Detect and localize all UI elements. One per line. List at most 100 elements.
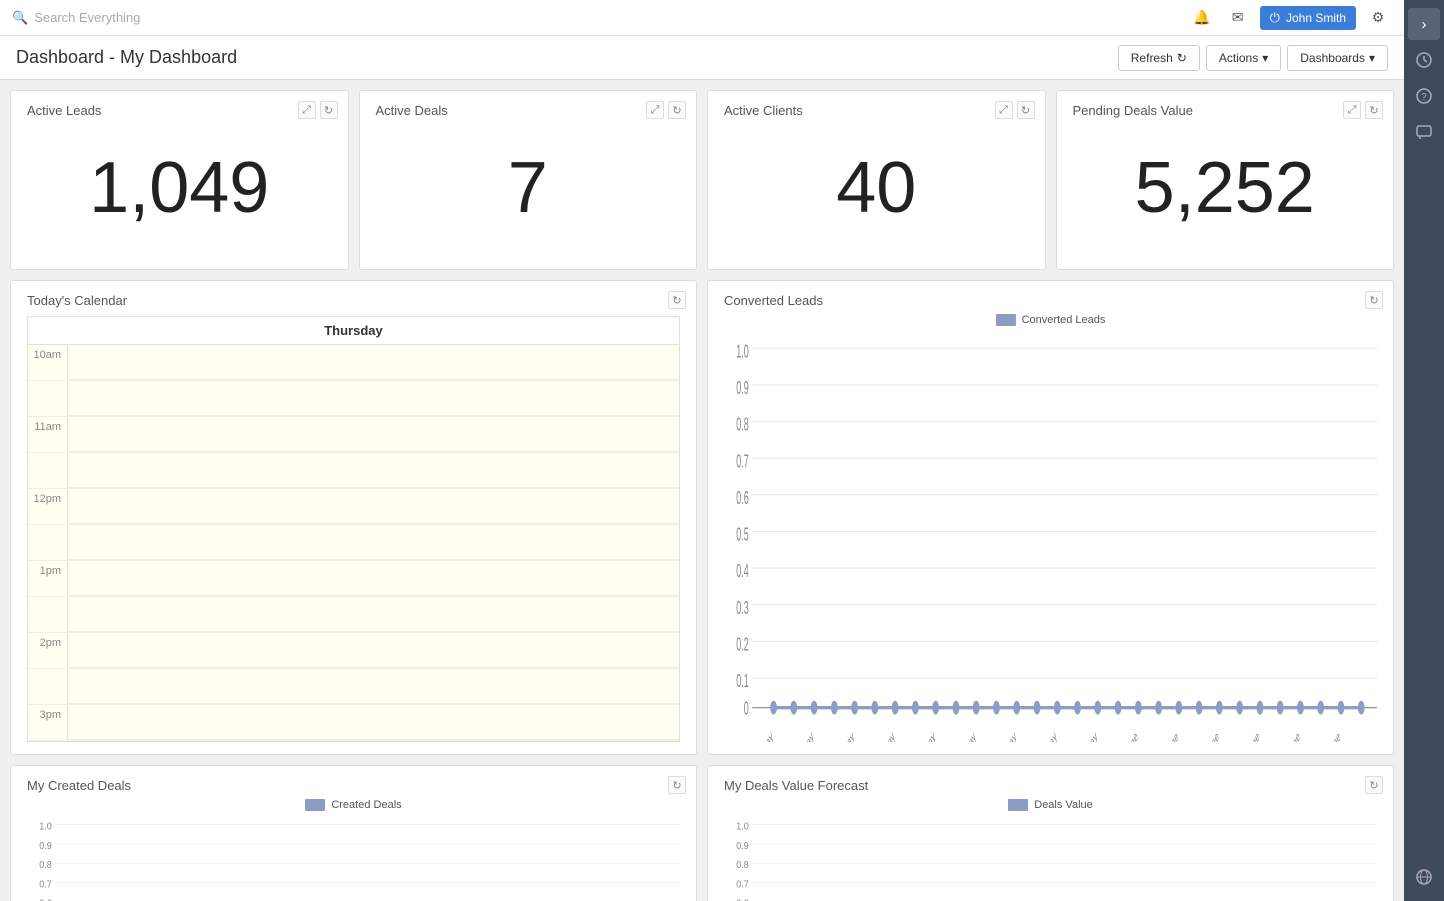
time-1pm: 1pm: [28, 561, 68, 596]
user-name: John Smith: [1286, 11, 1346, 25]
deals-forecast-legend-color: [1008, 799, 1028, 811]
calendar-row-12pm: 12pm: [28, 489, 679, 525]
sidebar-question-icon[interactable]: ?: [1408, 80, 1440, 112]
right-sidebar: › ?: [1404, 0, 1444, 901]
svg-text:4th June: 4th June: [1157, 729, 1181, 742]
svg-text:0.6: 0.6: [736, 489, 749, 509]
active-leads-title: Active Leads: [27, 103, 332, 118]
svg-text:0.8: 0.8: [736, 415, 749, 435]
slot-2pm[interactable]: [68, 633, 679, 668]
calendar-refresh-icon[interactable]: ↻: [668, 291, 686, 309]
sidebar-chat-icon[interactable]: [1408, 116, 1440, 148]
converted-leads-svg: 1.0 0.9 0.8 0.7 0.6 0.5 0.4 0.3 0.2 0.1 …: [724, 330, 1377, 742]
converted-leads-refresh-icon[interactable]: ↻: [1365, 291, 1383, 309]
svg-text:6th June: 6th June: [1197, 729, 1221, 742]
svg-text:0.9: 0.9: [39, 840, 52, 850]
active-leads-value: 1,049: [27, 118, 332, 257]
svg-text:31st May: 31st May: [1074, 729, 1099, 742]
slot-10-30[interactable]: [68, 381, 679, 416]
notifications-icon[interactable]: 🔔: [1188, 4, 1216, 32]
svg-text:?: ?: [1421, 92, 1427, 103]
created-deals-svg: 1.0 0.9 0.8 0.7 0.6 0.5 0.4 0.3 0.2 0.1 …: [27, 815, 680, 901]
refresh-button[interactable]: Refresh ↻: [1118, 45, 1200, 71]
created-deals-legend-color: [305, 799, 325, 811]
pending-deals-expand-icon[interactable]: ⤢: [1343, 101, 1361, 119]
dashboards-label: Dashboards: [1300, 51, 1365, 65]
dashboards-chevron-icon: ▾: [1369, 51, 1375, 65]
power-icon: ⏻: [1270, 10, 1280, 26]
slot-1-30[interactable]: [68, 597, 679, 632]
converted-leads-title: Converted Leads: [724, 293, 1377, 308]
svg-text:0.7: 0.7: [736, 879, 749, 889]
slot-11-30[interactable]: [68, 453, 679, 488]
created-deals-widget: My Created Deals ↻ Created Deals 1.0 0.9…: [10, 765, 697, 901]
slot-10am[interactable]: [68, 345, 679, 380]
svg-text:1.0: 1.0: [736, 342, 749, 362]
active-leads-refresh-icon[interactable]: ↻: [320, 101, 338, 119]
calendar-row-2pm: 2pm: [28, 633, 679, 669]
calendar-inner: Thursday 10am 11am: [27, 316, 680, 742]
calendar-row-1pm: 1pm: [28, 561, 679, 597]
sidebar-clock-icon[interactable]: [1408, 44, 1440, 76]
slot-3pm[interactable]: [68, 705, 679, 740]
calendar-body: 10am 11am: [28, 345, 679, 741]
svg-text:0.2: 0.2: [736, 635, 749, 655]
active-clients-card: Active Clients ⤢ ↻ 40: [707, 90, 1046, 270]
page-title: Dashboard - My Dashboard: [16, 47, 237, 68]
deals-forecast-refresh-icon[interactable]: ↻: [1365, 776, 1383, 794]
active-deals-value: 7: [376, 118, 681, 257]
pending-deals-card: Pending Deals Value ⤢ ↻ 5,252: [1056, 90, 1395, 270]
slot-2-30[interactable]: [68, 669, 679, 704]
converted-leads-legend-color: [996, 314, 1016, 326]
pending-deals-controls: ⤢ ↻: [1343, 101, 1383, 119]
created-deals-legend-label: Created Deals: [331, 799, 401, 811]
search-area[interactable]: 🔍 Search Everything: [12, 10, 1188, 26]
dashboard-content: Active Leads ⤢ ↻ 1,049 Active Deals ⤢ ↻ …: [0, 80, 1404, 901]
svg-text:8th June: 8th June: [1238, 729, 1262, 742]
svg-text:21st May: 21st May: [872, 729, 897, 742]
actions-button[interactable]: Actions ▾: [1206, 45, 1281, 71]
active-clients-refresh-icon[interactable]: ↻: [1017, 101, 1035, 119]
calendar-title: Today's Calendar: [27, 293, 680, 308]
calendar-row-10am: 10am: [28, 345, 679, 381]
converted-leads-controls: ↻: [1365, 291, 1383, 309]
slot-11am[interactable]: [68, 417, 679, 452]
sidebar-collapse-icon[interactable]: ›: [1408, 8, 1440, 40]
active-leads-expand-icon[interactable]: ⤢: [298, 101, 316, 119]
dashboards-button[interactable]: Dashboards ▾: [1287, 45, 1388, 71]
sidebar-globe-icon[interactable]: [1408, 861, 1440, 893]
subheader: Dashboard - My Dashboard Refresh ↻ Actio…: [0, 36, 1404, 80]
active-clients-controls: ⤢ ↻: [995, 101, 1035, 119]
third-row: My Created Deals ↻ Created Deals 1.0 0.9…: [10, 765, 1394, 901]
slot-1pm[interactable]: [68, 561, 679, 596]
mail-icon[interactable]: ✉: [1224, 4, 1252, 32]
active-deals-refresh-icon[interactable]: ↻: [668, 101, 686, 119]
time-12-30: [28, 525, 68, 560]
slot-12pm[interactable]: [68, 489, 679, 524]
time-11-30: [28, 453, 68, 488]
svg-text:29th May: 29th May: [1034, 729, 1059, 742]
deals-forecast-chart: 1.0 0.9 0.8 0.7 0.6 0.5 0.4 0.3 0.2 0.1 …: [724, 815, 1377, 901]
calendar-row-11am: 11am: [28, 417, 679, 453]
time-10am: 10am: [28, 345, 68, 380]
settings-icon[interactable]: ⚙: [1364, 4, 1392, 32]
active-deals-expand-icon[interactable]: ⤢: [646, 101, 664, 119]
deals-forecast-title: My Deals Value Forecast: [724, 778, 1377, 793]
second-row: Today's Calendar ↻ Thursday 10am: [10, 280, 1394, 755]
search-input[interactable]: Search Everything: [34, 10, 140, 25]
slot-12-30[interactable]: [68, 525, 679, 560]
time-2-30: [28, 669, 68, 704]
created-deals-controls: ↻: [668, 776, 686, 794]
converted-leads-widget: Converted Leads ↻ Converted Leads 1.0 0.…: [707, 280, 1394, 755]
calendar-row-1-30: [28, 597, 679, 633]
created-deals-refresh-icon[interactable]: ↻: [668, 776, 686, 794]
active-deals-title: Active Deals: [376, 103, 681, 118]
svg-text:27th May: 27th May: [993, 729, 1018, 742]
svg-text:12th June: 12th June: [1316, 729, 1342, 742]
pending-deals-value: 5,252: [1073, 118, 1378, 257]
active-deals-card: Active Deals ⤢ ↻ 7: [359, 90, 698, 270]
user-button[interactable]: ⏻ John Smith: [1260, 6, 1356, 30]
active-clients-expand-icon[interactable]: ⤢: [995, 101, 1013, 119]
pending-deals-refresh-icon[interactable]: ↻: [1365, 101, 1383, 119]
search-icon: 🔍: [12, 10, 28, 26]
